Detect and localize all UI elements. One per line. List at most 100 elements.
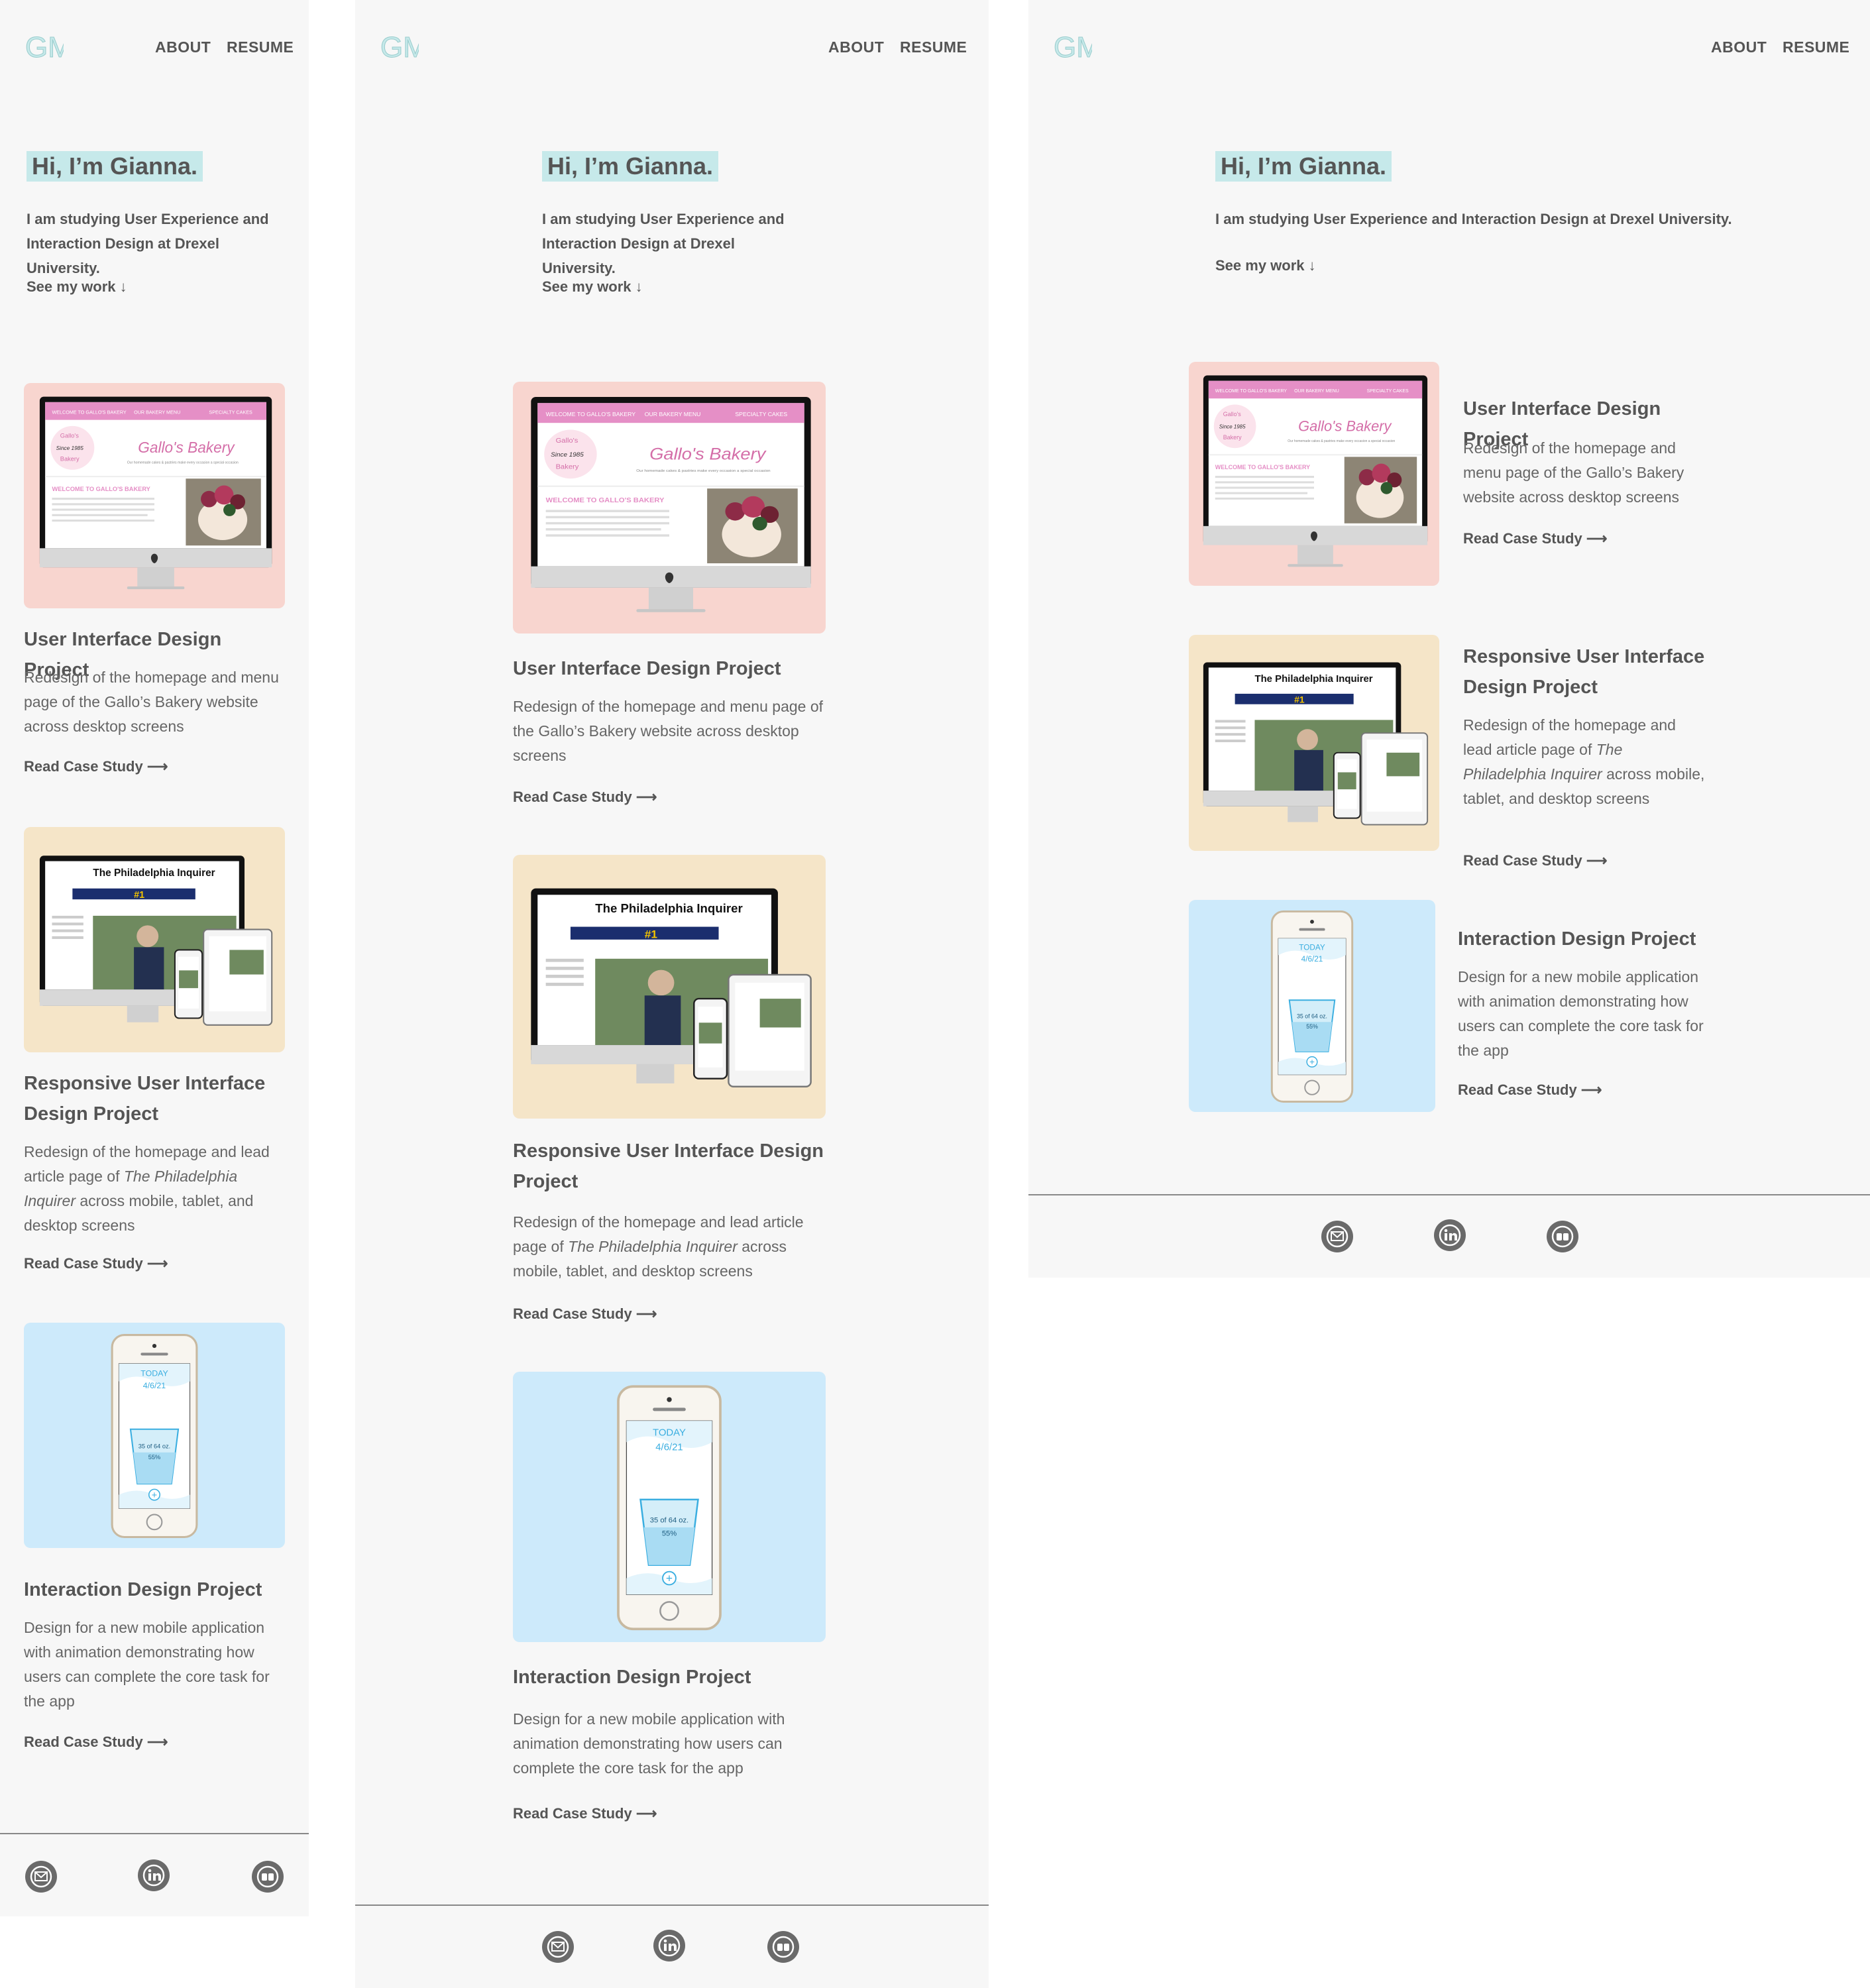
read-case-study-link-interaction[interactable]: Read Case Study ⟶	[24, 1734, 168, 1751]
svg-text:SPECIALTY CAKES: SPECIALTY CAKES	[735, 411, 787, 417]
project-title-responsive: Responsive User Interface Design Project	[1463, 646, 1705, 698]
svg-text:OUR BAKERY MENU: OUR BAKERY MENU	[134, 409, 180, 415]
svg-text:OUR BAKERY MENU: OUR BAKERY MENU	[1294, 389, 1339, 394]
behance-icon[interactable]	[252, 1861, 284, 1893]
footer-divider	[0, 1833, 309, 1834]
project-desc-interaction: Design for a new mobile application with…	[513, 1710, 785, 1777]
bakery-desktop-mockup: WELCOME TO GALLO'S BAKERY OUR BAKERY MEN…	[39, 396, 272, 590]
nav-resume-link[interactable]: RESUME	[900, 38, 967, 56]
project-title-interaction: Interaction Design Project	[24, 1579, 262, 1600]
water-app-phone-mockup: TODAY 4/6/21 35 of 64 oz. 55% +	[111, 1334, 198, 1539]
project-thumbnail-bakery[interactable]: WELCOME TO GALLO'S BAKERY OUR BAKERY MEN…	[1189, 362, 1439, 586]
project-thumbnail-inquirer[interactable]: The Philadelphia Inquirer #1	[24, 827, 285, 1052]
svg-text:OUR BAKERY MENU: OUR BAKERY MENU	[645, 411, 701, 417]
svg-text:GM: GM	[380, 31, 419, 64]
gm-logo[interactable]: GM	[379, 24, 419, 68]
svg-text:GM: GM	[1054, 31, 1092, 64]
linkedin-icon[interactable]	[1434, 1219, 1466, 1251]
hero-title: Hi, I’m Gianna.	[27, 151, 203, 182]
project-thumbnail-app[interactable]: TODAY 4/6/21 35 of 64 oz. 55% +	[513, 1372, 826, 1642]
svg-text:#1: #1	[1294, 694, 1305, 705]
project-thumbnail-inquirer[interactable]: The Philadelphia Inquirer #1	[1189, 635, 1439, 851]
svg-text:WELCOME TO GALLO'S BAKERY: WELCOME TO GALLO'S BAKERY	[52, 409, 126, 415]
read-case-study-link-interaction[interactable]: Read Case Study ⟶	[1458, 1081, 1602, 1099]
hero-intro: I am studying User Experience and Intera…	[1215, 211, 1732, 227]
bakery-desktop-mockup: WELCOME TO GALLO'S BAKERY OUR BAKERY MEN…	[1203, 375, 1428, 567]
svg-text:Bakery: Bakery	[556, 463, 579, 471]
svg-text:4/6/21: 4/6/21	[655, 1443, 683, 1453]
nav-resume-link[interactable]: RESUME	[227, 38, 294, 56]
project-desc-ui: Redesign of the homepage and menu page o…	[24, 669, 279, 735]
read-case-study-link-responsive[interactable]: Read Case Study ⟶	[1463, 852, 1607, 869]
project-thumbnail-bakery[interactable]: WELCOME TO GALLO'S BAKERY OUR BAKERY MEN…	[24, 383, 285, 608]
email-icon[interactable]	[542, 1931, 574, 1963]
gm-logo[interactable]: GM	[1052, 24, 1093, 68]
svg-text:The Philadelphia Inquirer: The Philadelphia Inquirer	[595, 901, 743, 915]
svg-text:Gallo's Bakery: Gallo's Bakery	[649, 444, 767, 463]
svg-text:Our homemade cakes & pastries: Our homemade cakes & pastries make every…	[636, 469, 770, 473]
see-my-work-link[interactable]: See my work ↓	[27, 278, 127, 296]
desktop-layout-panel: GM ABOUT RESUME Hi, I’m Gianna. I am stu…	[1028, 0, 1870, 1278]
svg-text:TODAY: TODAY	[1299, 944, 1325, 952]
hero-title: Hi, I’m Gianna.	[542, 151, 719, 182]
read-case-study-link-interaction[interactable]: Read Case Study ⟶	[513, 1805, 657, 1822]
project-thumbnail-app[interactable]: TODAY 4/6/21 35 of 64 oz. 55% +	[24, 1323, 285, 1548]
footer-divider	[1028, 1194, 1870, 1195]
project-desc-ui: Redesign of the homepage and menu page o…	[513, 698, 824, 764]
bakery-desktop-mockup: WELCOME TO GALLO'S BAKERY OUR BAKERY MEN…	[531, 397, 811, 612]
read-case-study-link-ui[interactable]: Read Case Study ⟶	[24, 758, 168, 775]
mobile-layout-panel: GM ABOUT RESUME Hi, I’m Gianna. I am stu…	[0, 0, 309, 1916]
nav-about-link[interactable]: ABOUT	[155, 38, 211, 56]
nav-about-link[interactable]: ABOUT	[1711, 38, 1767, 56]
linkedin-icon[interactable]	[653, 1930, 685, 1961]
read-case-study-link-ui[interactable]: Read Case Study ⟶	[513, 789, 657, 806]
svg-text:4/6/21: 4/6/21	[1301, 955, 1323, 964]
svg-text:Gallo's: Gallo's	[1223, 411, 1242, 417]
svg-text:The Philadelphia Inquirer: The Philadelphia Inquirer	[1254, 674, 1372, 685]
svg-text:4/6/21: 4/6/21	[143, 1381, 166, 1390]
svg-text:WELCOME TO GALLO'S BAKERY: WELCOME TO GALLO'S BAKERY	[1215, 389, 1288, 394]
linkedin-icon[interactable]	[138, 1859, 170, 1891]
svg-text:Since 1985: Since 1985	[1219, 423, 1246, 429]
email-icon[interactable]	[1321, 1221, 1353, 1252]
water-app-phone-mockup: TODAY 4/6/21 35 of 64 oz. 55% +	[617, 1385, 722, 1631]
project-thumbnail-inquirer[interactable]: The Philadelphia Inquirer #1	[513, 855, 826, 1119]
svg-text:55%: 55%	[1306, 1023, 1318, 1030]
inquirer-devices-mockup: The Philadelphia Inquirer #1	[531, 888, 812, 1087]
project-desc-ui: Redesign of the homepage and menu page o…	[1463, 439, 1684, 506]
project-desc-interaction: Design for a new mobile application with…	[1458, 968, 1704, 1059]
project-desc-responsive: Redesign of the homepage and lead articl…	[24, 1143, 270, 1234]
svg-text:Our homemade cakes & pastries: Our homemade cakes & pastries make every…	[1288, 439, 1395, 443]
svg-text:SPECIALTY CAKES: SPECIALTY CAKES	[209, 409, 252, 415]
svg-text:Bakery: Bakery	[1223, 434, 1242, 441]
svg-text:WELCOME TO GALLO'S BAKERY: WELCOME TO GALLO'S BAKERY	[546, 411, 636, 417]
project-thumbnail-app[interactable]: TODAY 4/6/21 35 of 64 oz. 55% +	[1189, 900, 1435, 1112]
behance-icon[interactable]	[1547, 1221, 1578, 1252]
svg-text:Bakery: Bakery	[60, 455, 80, 462]
read-case-study-link-responsive[interactable]: Read Case Study ⟶	[513, 1305, 657, 1323]
project-title-interaction: Interaction Design Project	[513, 1667, 751, 1688]
tablet-layout-panel: GM ABOUT RESUME Hi, I’m Gianna. I am stu…	[355, 0, 989, 1988]
inquirer-devices-mockup: The Philadelphia Inquirer #1	[39, 856, 273, 1026]
see-my-work-link[interactable]: See my work ↓	[542, 278, 643, 296]
read-case-study-link-responsive[interactable]: Read Case Study ⟶	[24, 1255, 168, 1272]
read-case-study-link-ui[interactable]: Read Case Study ⟶	[1463, 530, 1607, 547]
svg-text:+: +	[666, 1572, 673, 1585]
svg-text:GM: GM	[25, 31, 64, 64]
svg-text:Gallo's: Gallo's	[556, 437, 578, 445]
svg-text:+: +	[1309, 1057, 1315, 1067]
behance-icon[interactable]	[767, 1931, 799, 1963]
inquirer-devices-mockup: The Philadelphia Inquirer #1	[1203, 662, 1429, 826]
project-title-ui: User Interface Design Project	[513, 658, 781, 679]
svg-text:Gallo's Bakery: Gallo's Bakery	[138, 439, 235, 456]
email-icon[interactable]	[25, 1861, 57, 1893]
project-desc-responsive: Redesign of the homepage and lead articl…	[513, 1213, 804, 1280]
water-app-phone-mockup: TODAY 4/6/21 35 of 64 oz. 55% +	[1270, 911, 1354, 1103]
gm-logo[interactable]: GM	[24, 24, 64, 68]
nav-about-link[interactable]: ABOUT	[828, 38, 884, 56]
see-my-work-link[interactable]: See my work ↓	[1215, 257, 1316, 274]
svg-text:Gallo's: Gallo's	[60, 432, 79, 439]
project-thumbnail-bakery[interactable]: WELCOME TO GALLO'S BAKERY OUR BAKERY MEN…	[513, 382, 826, 634]
nav-resume-link[interactable]: RESUME	[1783, 38, 1849, 56]
svg-text:Since 1985: Since 1985	[551, 451, 584, 459]
